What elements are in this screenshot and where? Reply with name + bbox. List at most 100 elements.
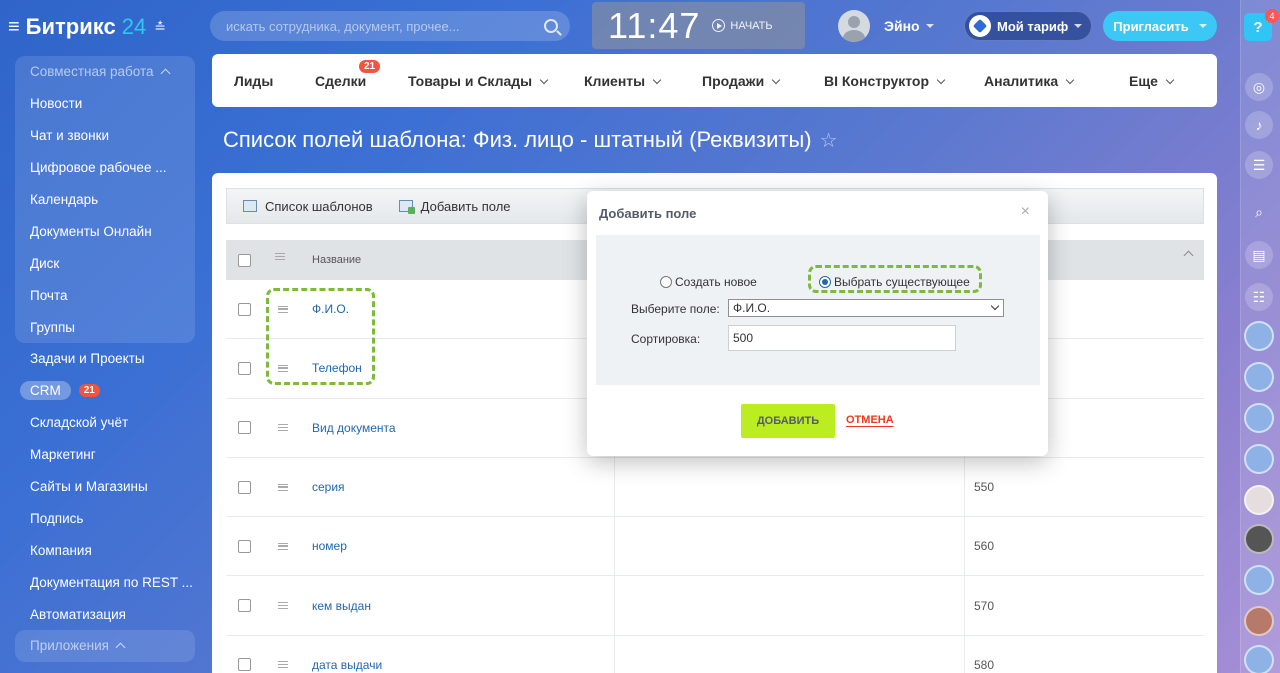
messages-icon[interactable]: ☰	[1245, 151, 1273, 179]
tab-label: Еще	[1129, 73, 1158, 89]
settings-sliders-icon[interactable]: ≛	[154, 19, 166, 36]
tab-products[interactable]: Товары и Склады	[408, 73, 549, 89]
radio-button[interactable]	[819, 276, 831, 288]
table-row[interactable]: кем выдан 570	[226, 576, 1204, 636]
field-name-link[interactable]: серия	[312, 480, 345, 494]
menu-group-header[interactable]: Приложения	[15, 630, 195, 662]
tab-sales[interactable]: Продажи	[702, 73, 781, 89]
contact-avatar[interactable]	[1244, 321, 1274, 351]
contact-avatar[interactable]	[1244, 444, 1274, 474]
document-icon[interactable]: ▤	[1245, 241, 1273, 269]
sidebar-item-calendar[interactable]: Календарь	[15, 184, 195, 216]
sidebar-item-tasks[interactable]: Задачи и Проекты	[15, 343, 195, 375]
tab-deals[interactable]: Сделки 21	[315, 60, 381, 89]
drag-handle-icon[interactable]	[278, 661, 288, 669]
table-row[interactable]: серия 550	[226, 457, 1204, 518]
group-chat-icon[interactable]: ☷	[1245, 283, 1273, 311]
columns-settings-icon[interactable]	[275, 253, 285, 260]
tariff-button[interactable]: Мой тариф	[964, 11, 1092, 41]
user-menu[interactable]: Эйно	[838, 10, 934, 42]
row-checkbox[interactable]	[238, 302, 251, 316]
sidebar-item-mail[interactable]: Почта	[15, 279, 195, 311]
bell-icon[interactable]: ♪	[1245, 111, 1273, 139]
sidebar-item-sign[interactable]: Подпись	[15, 502, 195, 534]
sidebar-item-workplace[interactable]: Цифровое рабочее ...	[15, 152, 195, 184]
field-select[interactable]: Ф.И.О.	[728, 299, 1004, 317]
sidebar-item-inventory[interactable]: Складской учёт	[15, 407, 195, 439]
start-workday-button[interactable]: НАЧАТЬ	[712, 19, 773, 32]
radio-select-existing[interactable]: Выбрать существующее	[819, 275, 970, 289]
table-row[interactable]: номер 560	[226, 517, 1204, 577]
row-checkbox[interactable]	[238, 421, 251, 435]
field-name-link[interactable]: кем выдан	[312, 599, 371, 613]
field-name-link[interactable]: номер	[312, 539, 347, 553]
row-checkbox[interactable]	[238, 658, 251, 672]
templates-list-button[interactable]: Список шаблонов	[243, 199, 373, 214]
radio-button[interactable]	[660, 276, 672, 288]
contact-avatar[interactable]	[1244, 606, 1274, 636]
add-field-label: Добавить поле	[420, 198, 511, 214]
sidebar-item-marketing[interactable]: Маркетинг	[15, 439, 195, 471]
chevron-down-icon	[1074, 24, 1083, 28]
contact-avatar[interactable]	[1244, 403, 1274, 433]
user-name: Эйно	[884, 18, 920, 34]
sidebar-item-sites[interactable]: Сайты и Магазины	[15, 471, 195, 503]
table-row[interactable]: дата выдачи 580	[226, 635, 1204, 673]
tab-analytics[interactable]: Аналитика	[984, 73, 1075, 89]
drag-handle-icon[interactable]	[278, 483, 288, 491]
add-field-button[interactable]: Добавить поле	[398, 198, 511, 214]
row-checkbox[interactable]	[238, 480, 251, 494]
chat-icon[interactable]: ◎	[1245, 73, 1273, 101]
sort-input[interactable]: 500	[728, 325, 956, 351]
sidebar-item-disk[interactable]: Диск	[15, 247, 195, 279]
sidebar-item-company[interactable]: Компания	[15, 534, 195, 566]
contact-avatar[interactable]	[1244, 485, 1274, 515]
sidebar-item-rest-docs[interactable]: Документация по REST ...	[15, 566, 195, 598]
chevron-down-icon	[652, 75, 662, 84]
search-input[interactable]: искать сотрудника, документ, прочее...	[210, 11, 570, 41]
cancel-button[interactable]: ОТМЕНА	[846, 414, 894, 426]
row-checkbox[interactable]	[238, 539, 251, 553]
worktime-widget[interactable]: 11:47 НАЧАТЬ	[592, 2, 805, 49]
tab-bi[interactable]: BI Конструктор	[824, 73, 946, 89]
drag-handle-icon[interactable]	[278, 542, 288, 550]
sort-input-value: 500	[733, 331, 754, 345]
invite-button[interactable]: Пригласить	[1103, 11, 1217, 41]
logo[interactable]: ≡ Битрикс 24 ≛	[8, 12, 166, 42]
contact-avatar[interactable]	[1244, 565, 1274, 595]
add-button[interactable]: ДОБАВИТЬ	[741, 404, 835, 438]
contact-avatar[interactable]	[1244, 645, 1274, 673]
column-divider	[614, 576, 615, 635]
column-header-name[interactable]: Название	[312, 254, 361, 266]
sidebar-item-news[interactable]: Новости	[15, 88, 195, 120]
sidebar-item-docs[interactable]: Документы Онлайн	[15, 215, 195, 247]
radio-create-new[interactable]: Создать новое	[660, 275, 757, 289]
menu-group-header[interactable]: Совместная работа	[15, 56, 195, 88]
star-icon[interactable]: ☆	[820, 130, 838, 152]
field-name-link[interactable]: Вид документа	[312, 421, 396, 435]
menu-group-title: Приложения	[30, 638, 109, 654]
contact-avatar[interactable]	[1244, 524, 1274, 554]
row-checkbox[interactable]	[238, 361, 251, 375]
menu-burger-icon[interactable]: ≡	[8, 16, 20, 39]
tab-leads[interactable]: Лиды	[234, 73, 273, 89]
close-icon[interactable]: ×	[1021, 203, 1030, 221]
sidebar-item-crm[interactable]: CRM 21	[15, 375, 195, 407]
contact-avatar[interactable]	[1244, 362, 1274, 392]
search-icon[interactable]	[544, 19, 558, 33]
row-checkbox[interactable]	[238, 599, 251, 613]
left-menu: Совместная работа Новости Чат и звонки Ц…	[15, 56, 195, 662]
sort-value: 550	[974, 480, 995, 495]
sidebar-item-chat[interactable]: Чат и звонки	[15, 120, 195, 152]
sidebar-item-groups[interactable]: Группы	[15, 311, 195, 343]
select-all-checkbox[interactable]	[238, 253, 251, 267]
drag-handle-icon[interactable]	[278, 602, 288, 610]
tab-more[interactable]: Еще	[1129, 73, 1175, 89]
drag-handle-icon[interactable]	[278, 424, 288, 432]
tab-clients[interactable]: Клиенты	[584, 73, 662, 89]
chevron-up-icon[interactable]	[1183, 250, 1194, 261]
sidebar-item-automation[interactable]: Автоматизация	[15, 598, 195, 630]
logo-text: Битрикс	[25, 14, 116, 39]
search-icon[interactable]: ⌕	[1245, 198, 1273, 226]
field-name-link[interactable]: дата выдачи	[312, 658, 382, 672]
